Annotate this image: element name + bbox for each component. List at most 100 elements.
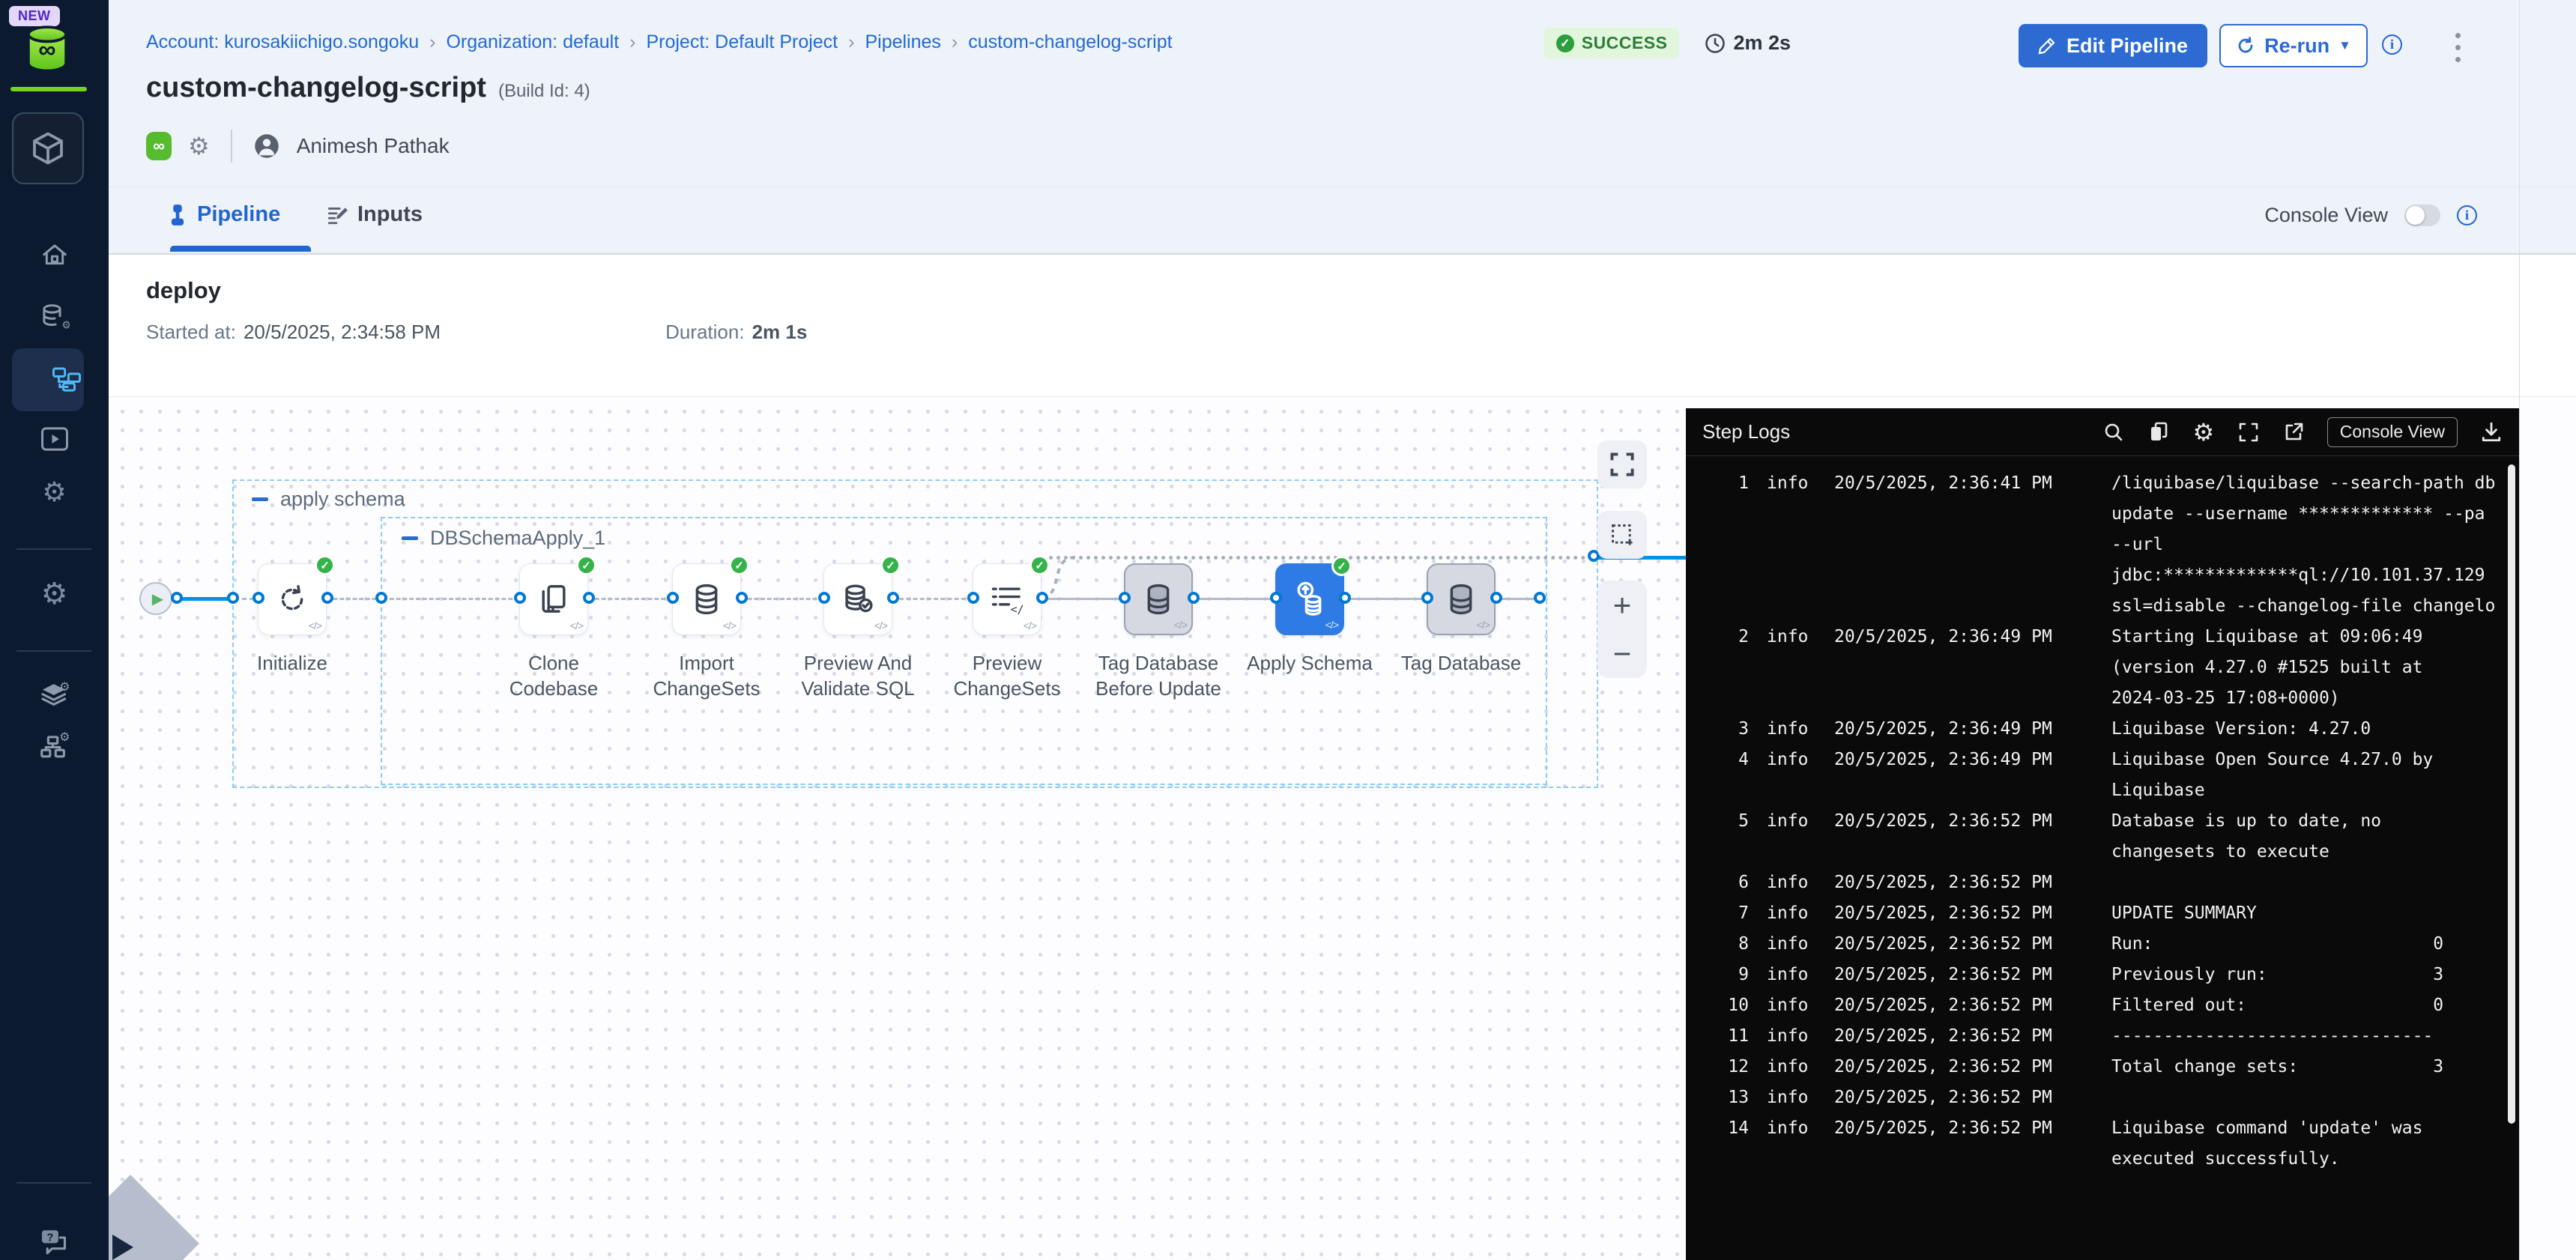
sidebar-item-org-resources[interactable]: ⚙: [0, 678, 109, 712]
breadcrumb-separator: ›: [629, 31, 635, 53]
step-label[interactable]: Import ChangeSets: [635, 650, 778, 701]
log-entry: 1info20/5/2025, 2:36:41 PM /liquibase/li…: [1686, 468, 2519, 622]
code-glyph: </>: [1024, 620, 1036, 631]
pipeline-start-node[interactable]: ▶: [139, 582, 172, 615]
connection-point[interactable]: [1036, 592, 1048, 604]
active-tab-indicator: [170, 246, 311, 252]
info-icon[interactable]: i: [2457, 205, 2477, 225]
connection-point[interactable]: [1119, 592, 1131, 604]
fullscreen-logs-button[interactable]: [2237, 421, 2260, 443]
log-entry: 10info20/5/2025, 2:36:52 PM Filtered out…: [1686, 990, 2519, 1021]
connection-point[interactable]: [583, 592, 595, 604]
sidebar-module-switcher[interactable]: [12, 112, 84, 184]
breadcrumb-pipelines[interactable]: Pipelines: [865, 31, 940, 53]
region-label-apply-schema[interactable]: apply schema: [252, 488, 405, 511]
connection-point[interactable]: [253, 592, 264, 604]
connection-point[interactable]: [1270, 592, 1282, 604]
connection-point[interactable]: [321, 592, 333, 604]
region-label-dbschemaapply[interactable]: DBSchemaApply_1: [402, 527, 605, 550]
logs-scrollbar[interactable]: [2508, 464, 2515, 1124]
open-in-new-button[interactable]: [2282, 421, 2305, 443]
step-label[interactable]: Clone Codebase: [483, 650, 625, 701]
sidebar-item-project-settings[interactable]: ⚙: [0, 578, 109, 610]
step-node-preview-changesets[interactable]: </> ✓ </>: [973, 563, 1041, 635]
zoom-out-button[interactable]: −: [1613, 638, 1632, 670]
step-node-tag-database-before-update[interactable]: </>: [1124, 563, 1193, 635]
search-logs-button[interactable]: [2102, 421, 2125, 443]
pipeline-status-icon: ∞: [146, 132, 172, 160]
harness-dbops-logo[interactable]: ∞: [22, 25, 72, 72]
step-node-import-changesets[interactable]: ✓ </>: [672, 563, 741, 635]
pipeline-settings-icon[interactable]: ⚙: [188, 134, 210, 158]
connection-point[interactable]: [1534, 592, 1546, 604]
gear-icon: ⚙: [2192, 420, 2214, 444]
collapse-icon[interactable]: [402, 536, 418, 540]
step-label[interactable]: Preview And Validate SQL: [787, 650, 929, 701]
connector: [1193, 598, 1275, 600]
download-logs-button[interactable]: [2480, 421, 2503, 443]
connection-point[interactable]: [1421, 592, 1433, 604]
collapse-icon[interactable]: [252, 497, 268, 501]
step-node-apply-schema-selected[interactable]: ✓ </>: [1275, 563, 1344, 635]
step-node-clone-codebase[interactable]: ✓ </>: [519, 563, 588, 635]
connection-point[interactable]: [227, 592, 239, 604]
tab-pipeline[interactable]: Pipeline: [167, 202, 280, 227]
connection-point[interactable]: [967, 592, 979, 604]
zoom-in-button[interactable]: +: [1613, 590, 1632, 621]
sidebar-item-executions[interactable]: [0, 423, 109, 455]
log-output[interactable]: 1info20/5/2025, 2:36:41 PM /liquibase/li…: [1686, 468, 2519, 1260]
step-node-tag-database[interactable]: </>: [1427, 563, 1496, 635]
connection-point[interactable]: [1490, 592, 1502, 604]
connection-point[interactable]: [887, 592, 899, 604]
sidebar-item-triggers[interactable]: ⚙: [0, 476, 109, 508]
breadcrumb-current-pipeline[interactable]: custom-changelog-script: [968, 31, 1172, 53]
breadcrumb-organization[interactable]: Organization: default: [446, 31, 619, 53]
breadcrumb: Account: kurosakiichigo.songoku › Organi…: [146, 31, 1173, 53]
step-label[interactable]: Preview ChangeSets: [936, 650, 1078, 701]
step-node-initialize[interactable]: ✓ </>: [258, 563, 327, 635]
log-settings-button[interactable]: ⚙: [2192, 421, 2215, 443]
copy-logs-button[interactable]: [2147, 421, 2170, 443]
step-logs-panel: Step Logs ⚙: [1686, 408, 2519, 1260]
info-icon[interactable]: i: [2382, 34, 2402, 55]
sidebar-item-pipelines-active[interactable]: [12, 348, 84, 411]
step-label[interactable]: Initialize: [221, 650, 363, 676]
sidebar-item-db-devops[interactable]: ⚙: [0, 301, 109, 333]
rerun-button[interactable]: Re-run ▼: [2219, 24, 2368, 67]
log-entry: 13info20/5/2025, 2:36:52 PM: [1686, 1082, 2519, 1113]
fit-to-screen-button[interactable]: [1597, 440, 1647, 488]
log-entry: 8info20/5/2025, 2:36:52 PM Run: 0: [1686, 929, 2519, 960]
step-label[interactable]: Tag Database: [1390, 650, 1532, 676]
console-view-toggle[interactable]: [2404, 205, 2440, 226]
selection-mode-button[interactable]: [1597, 511, 1647, 559]
svg-text:⚙: ⚙: [59, 730, 70, 744]
connection-point[interactable]: [171, 592, 183, 604]
sidebar-item-home[interactable]: [0, 240, 109, 271]
more-options-menu[interactable]: [2452, 30, 2464, 65]
connection-point[interactable]: [1188, 592, 1200, 604]
connection-point[interactable]: [736, 592, 748, 604]
started-label: Started at:: [146, 321, 236, 344]
connection-point[interactable]: [1339, 592, 1351, 604]
database-icon: [1444, 582, 1478, 617]
step-label[interactable]: Apply Schema: [1239, 650, 1381, 676]
connection-point[interactable]: [375, 592, 387, 604]
user-avatar-icon: [253, 133, 280, 160]
log-entry: 5info20/5/2025, 2:36:52 PM Database is u…: [1686, 806, 2519, 867]
connector: [177, 597, 235, 601]
step-label[interactable]: Tag Database Before Update: [1087, 650, 1230, 701]
connection-point[interactable]: [818, 592, 830, 604]
expand-handle-icon[interactable]: [112, 1235, 133, 1260]
logs-console-view-button[interactable]: Console View: [2327, 417, 2458, 447]
edit-pipeline-button[interactable]: Edit Pipeline: [2019, 24, 2207, 67]
step-node-preview-validate-sql[interactable]: ✓ </>: [823, 563, 892, 635]
trigger-author[interactable]: Animesh Pathak: [297, 134, 450, 158]
connection-point[interactable]: [667, 592, 679, 604]
fullscreen-icon: [2238, 422, 2259, 443]
breadcrumb-project[interactable]: Project: Default Project: [646, 31, 838, 53]
breadcrumb-account[interactable]: Account: kurosakiichigo.songoku: [146, 31, 419, 53]
sidebar-item-account-resources[interactable]: ⚙: [0, 728, 109, 763]
connection-point[interactable]: [514, 592, 526, 604]
tab-inputs[interactable]: Inputs: [326, 202, 423, 227]
sidebar-item-help[interactable]: ?: [0, 1223, 109, 1260]
